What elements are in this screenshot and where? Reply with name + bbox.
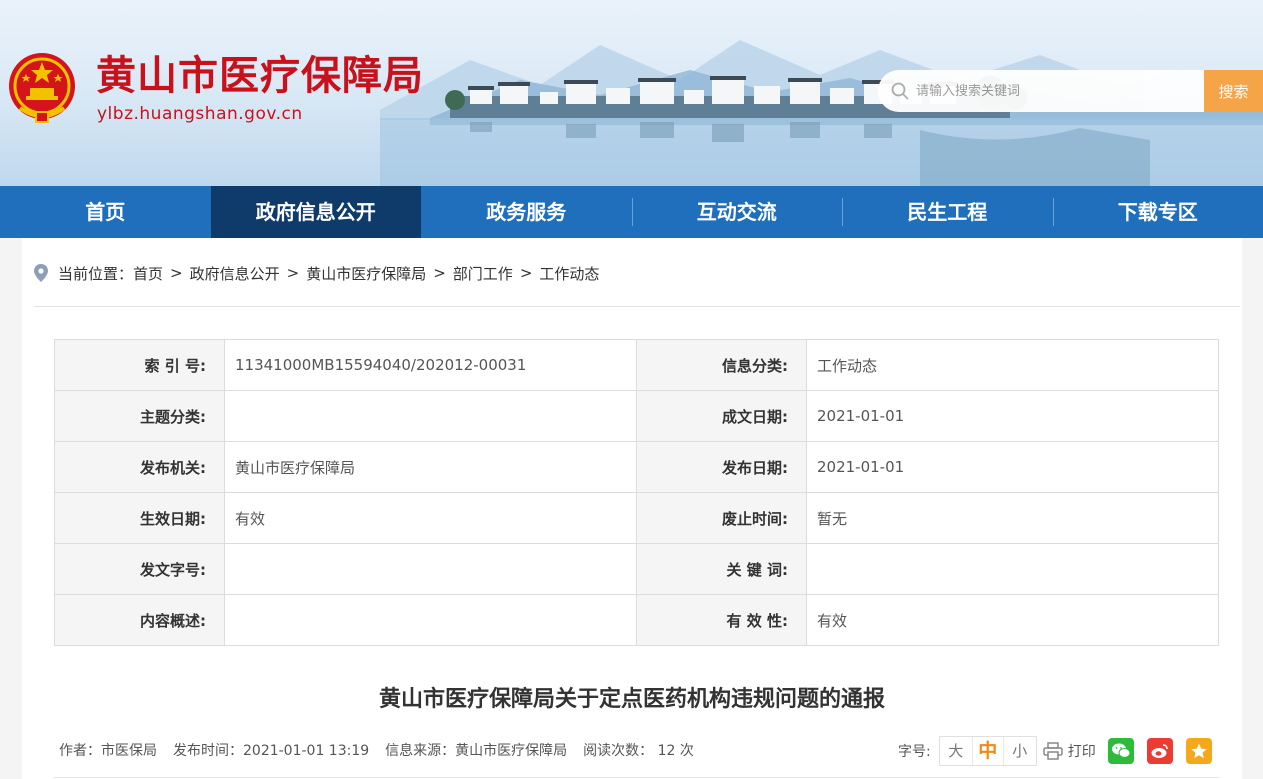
article-tools: 字号: 大 中 小 打印 [898, 736, 1212, 766]
meta-value: 暂无 [806, 492, 1219, 544]
table-row: 发布机关: 黄山市医疗保障局 发布日期: 2021-01-01 [54, 441, 1219, 493]
meta-value: 黄山市医疗保障局 [224, 441, 637, 493]
meta-value: 2021-01-01 [806, 390, 1219, 442]
font-size-large-button[interactable]: 大 [940, 737, 972, 765]
meta-value [224, 594, 637, 646]
table-row: 索 引 号: 11341000MB15594040/202012-00031 信… [54, 339, 1219, 391]
print-label: 打印 [1067, 744, 1096, 760]
meta-key: 发布机关: [54, 441, 225, 493]
table-row: 生效日期: 有效 废止时间: 暂无 [54, 492, 1219, 544]
font-size-medium-button[interactable]: 中 [971, 737, 1004, 765]
meta-key: 信息分类: [636, 339, 807, 391]
printer-icon [1042, 742, 1063, 760]
article-views: 阅读次数： 12 次 [583, 743, 694, 759]
nav-item-downloads[interactable]: 下载专区 [1052, 186, 1263, 238]
breadcrumb-prefix: 当前位置： [58, 264, 134, 283]
article-publish-time: 发布时间：2021-01-01 13:19 [173, 743, 370, 759]
search-icon [891, 82, 909, 100]
breadcrumb-separator: > [286, 264, 300, 282]
meta-key: 内容概述: [54, 594, 225, 646]
breadcrumb-gov-info[interactable]: 政府信息公开 [190, 263, 280, 284]
breadcrumb-separator: > [170, 264, 183, 282]
article-author: 作者：市医保局 [59, 743, 157, 759]
meta-key: 废止时间: [636, 492, 807, 544]
nav-item-home[interactable]: 首页 [0, 186, 211, 238]
breadcrumb-work-news[interactable]: 工作动态 [539, 263, 599, 284]
breadcrumb-home[interactable]: 首页 [133, 263, 163, 284]
meta-key: 索 引 号: [54, 339, 225, 391]
meta-key: 主题分类: [54, 390, 225, 442]
meta-value [224, 390, 637, 442]
meta-value: 有效 [806, 594, 1219, 646]
metadata-table: 索 引 号: 11341000MB15594040/202012-00031 信… [54, 339, 1219, 646]
article-info: 作者：市医保局 发布时间：2021-01-01 13:19 信息来源：黄山市医疗… [59, 740, 710, 760]
weibo-icon [1151, 744, 1168, 758]
print-button[interactable]: 打印 [1042, 741, 1096, 761]
meta-key: 生效日期: [54, 492, 225, 544]
breadcrumb-separator: > [433, 264, 446, 282]
article-source: 信息来源：黄山市医疗保障局 [385, 743, 568, 759]
meta-value: 2021-01-01 [806, 441, 1219, 493]
font-size-label: 字号: [898, 744, 931, 760]
site-domain: ylbz.huangshan.gov.cn [97, 104, 303, 124]
divider [54, 777, 1219, 778]
article-title: 黄山市医疗保障局关于定点医药机构违规问题的通报 [378, 687, 885, 712]
nav-item-gov-info[interactable]: 政府信息公开 [210, 186, 421, 238]
star-icon [1191, 743, 1207, 759]
wechat-icon [1111, 743, 1131, 758]
header-banner: 黄山市医疗保障局 ylbz.huangshan.gov.cn 搜索 [0, 0, 1263, 186]
main-nav: 首页 政府信息公开 政务服务 互动交流 民生工程 下载专区 [0, 186, 1263, 238]
font-size-switcher: 大 中 小 [938, 736, 1037, 766]
search-button[interactable]: 搜索 [1204, 70, 1263, 112]
table-row: 发文字号: 关 键 词: [54, 543, 1219, 595]
meta-key: 有 效 性: [636, 594, 807, 646]
meta-key: 关 键 词: [636, 543, 807, 595]
site-title[interactable]: 黄山市医疗保障局 [96, 50, 424, 102]
table-row: 主题分类: 成文日期: 2021-01-01 [54, 390, 1219, 442]
meta-key: 成文日期: [636, 390, 807, 442]
breadcrumb-separator: > [519, 264, 533, 282]
meta-value: 11341000MB15594040/202012-00031 [224, 339, 637, 391]
meta-value [224, 543, 637, 595]
breadcrumb-dept-work[interactable]: 部门工作 [453, 263, 513, 284]
share-wechat-button[interactable] [1107, 738, 1134, 764]
meta-key: 发布日期: [636, 441, 807, 493]
nav-item-services[interactable]: 政务服务 [421, 186, 632, 238]
search-box [878, 70, 1204, 112]
share-weibo-button[interactable] [1146, 738, 1173, 764]
location-pin-icon [34, 264, 48, 282]
search-input[interactable] [916, 76, 1196, 106]
divider [34, 306, 1240, 307]
content-card: 当前位置： 首页 > 政府信息公开 > 黄山市医疗保障局 > 部门工作 > 工作… [22, 238, 1242, 779]
nav-item-livelihood[interactable]: 民生工程 [842, 186, 1053, 238]
meta-key: 发文字号: [54, 543, 225, 595]
favorite-button[interactable] [1185, 738, 1212, 764]
table-row: 内容概述: 有 效 性: 有效 [54, 594, 1219, 646]
breadcrumb: 当前位置： 首页 > 政府信息公开 > 黄山市医疗保障局 > 部门工作 > 工作… [34, 261, 599, 285]
nav-item-interaction[interactable]: 互动交流 [631, 186, 843, 238]
national-emblem-icon [9, 53, 75, 123]
font-size-small-button[interactable]: 小 [1004, 737, 1036, 765]
breadcrumb-bureau[interactable]: 黄山市医疗保障局 [306, 263, 426, 284]
meta-value: 工作动态 [806, 339, 1219, 391]
meta-value: 有效 [224, 492, 637, 544]
meta-value [806, 543, 1219, 595]
